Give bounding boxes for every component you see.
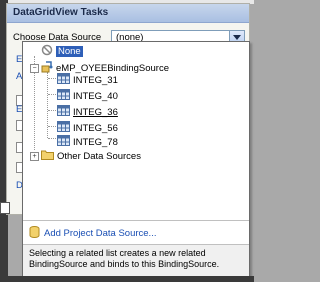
expander-other-sources[interactable]: + — [30, 152, 39, 161]
integ78-label: INTEG_78 — [73, 136, 118, 148]
expander-binding-source[interactable]: − — [30, 64, 39, 73]
tree-item-none-label: None — [56, 45, 83, 57]
designer-bottom-bar — [0, 276, 254, 282]
description-text: Selecting a related list creates a new r… — [29, 248, 220, 269]
binding-source-icon — [41, 60, 53, 76]
integ36-label: INTEG_36 — [73, 106, 118, 118]
table-icon — [57, 105, 70, 119]
tree-line-inner — [47, 72, 48, 138]
table-icon — [57, 135, 70, 149]
table-icon — [57, 89, 70, 103]
tree-branch — [48, 110, 56, 111]
tree-item-integ31[interactable]: INTEG_31 — [57, 73, 118, 87]
tree-branch — [48, 126, 56, 127]
tree-item-integ78[interactable]: INTEG_78 — [57, 135, 118, 149]
resize-handle[interactable] — [0, 202, 10, 214]
tree-item-none[interactable]: None — [41, 44, 83, 59]
tree-item-integ36[interactable]: INTEG_36 — [57, 105, 118, 119]
tree-item-integ40[interactable]: INTEG_40 — [57, 89, 118, 103]
add-project-data-source-link[interactable]: Add Project Data Source... — [44, 228, 156, 239]
integ56-label: INTEG_56 — [73, 122, 118, 134]
panel-title: DataGridView Tasks — [13, 7, 109, 18]
tree-branch — [48, 94, 56, 95]
tree-branch — [48, 138, 56, 139]
table-icon — [57, 121, 70, 135]
other-sources-label: Other Data Sources — [57, 150, 141, 162]
dropdown-separator — [23, 220, 249, 221]
description-panel: Selecting a related list creates a new r… — [23, 244, 249, 277]
binding-source-label: eMP_OYEEBindingSource — [56, 62, 170, 74]
add-project-data-source[interactable]: Add Project Data Source... — [29, 225, 156, 241]
tree-item-integ56[interactable]: INTEG_56 — [57, 121, 118, 135]
tree-branch — [48, 78, 56, 79]
tree-item-other-sources[interactable]: Other Data Sources — [41, 150, 141, 162]
integ31-label: INTEG_31 — [73, 74, 118, 86]
panel-header: DataGridView Tasks — [7, 4, 249, 23]
integ40-label: INTEG_40 — [73, 90, 118, 102]
no-entry-icon — [41, 44, 53, 59]
table-icon — [57, 73, 70, 87]
database-icon — [29, 225, 40, 241]
data-source-dropdown: None − eMP_OYEEBindingSource INTEG_31 IN… — [22, 41, 250, 277]
folder-icon — [41, 149, 54, 163]
